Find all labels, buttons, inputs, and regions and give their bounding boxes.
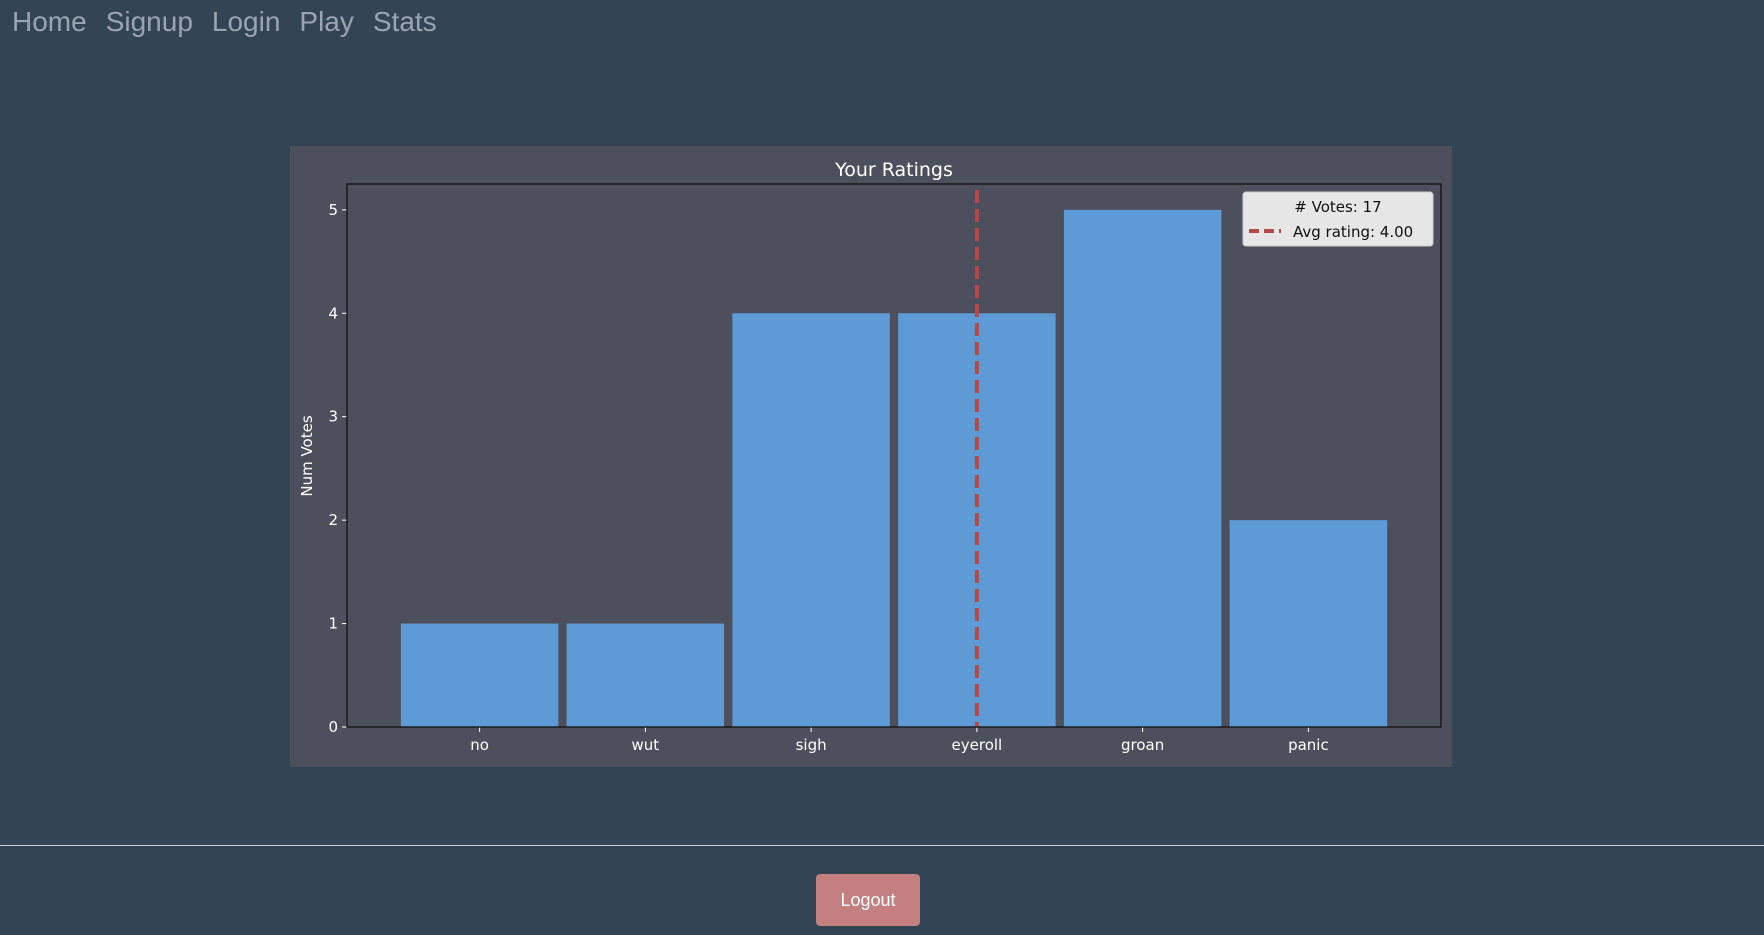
y-tick-label-1: 1 [328, 615, 338, 633]
top-nav: Home Signup Login Play Stats [12, 5, 437, 39]
logout-button[interactable]: Logout [816, 874, 920, 926]
x-tick-label-panic: panic [1288, 736, 1329, 754]
x-tick-label-eyeroll: eyeroll [952, 736, 1003, 754]
footer-divider [0, 845, 1764, 846]
bar-wut [566, 623, 725, 727]
nav-login-link[interactable]: Login [212, 5, 281, 39]
legend-entry-avg-rating: Avg rating: 4.00 [1293, 223, 1413, 241]
ratings-chart: Your Ratings Num Votes no wut sigh eyeroll g… [290, 146, 1452, 767]
bar-sigh [732, 313, 890, 727]
nav-play-link[interactable]: Play [299, 5, 353, 39]
y-tick-label-2: 2 [328, 511, 338, 529]
bar-panic [1229, 520, 1388, 727]
x-tick-label-sigh: sigh [796, 736, 827, 754]
bar-groan [1063, 209, 1222, 727]
y-tick-label-0: 0 [328, 718, 338, 736]
x-tick-label-groan: groan [1121, 736, 1164, 754]
nav-stats-link[interactable]: Stats [373, 5, 437, 39]
y-tick-label-4: 4 [328, 304, 338, 322]
bar-no [400, 623, 559, 727]
y-tick-label-3: 3 [328, 408, 338, 426]
chart-legend: # Votes: 17 Avg rating: 4.00 [1242, 191, 1434, 247]
x-tick-label-wut: wut [632, 736, 660, 754]
chart-title: Your Ratings [834, 159, 953, 181]
nav-signup-link[interactable]: Signup [106, 5, 193, 39]
nav-home-link[interactable]: Home [12, 5, 87, 39]
y-axis-label: Num Votes [298, 415, 316, 496]
legend-title: # Votes: 17 [1294, 198, 1381, 216]
y-tick-label-5: 5 [328, 201, 338, 219]
x-tick-label-no: no [470, 736, 489, 754]
